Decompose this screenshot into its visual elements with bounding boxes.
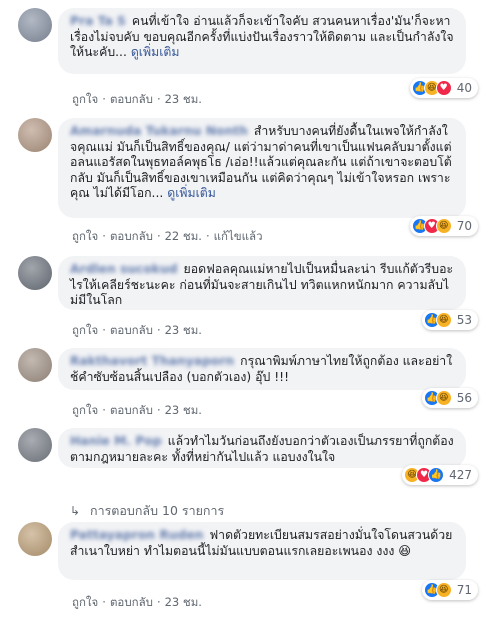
reaction-summary[interactable]: 👍 😆 56	[421, 388, 478, 408]
reaction-summary[interactable]: 👍 😆 71	[421, 580, 478, 600]
commenter-name[interactable]: Pattayapron Ruden	[70, 528, 203, 544]
like-link[interactable]: ถูกใจ	[72, 92, 98, 106]
reply-link[interactable]: ตอบกลับ	[110, 403, 153, 417]
love-icon: ♥	[435, 80, 452, 96]
timestamp[interactable]: 23 ชม.	[165, 92, 202, 106]
avatar[interactable]	[18, 428, 52, 462]
see-more-link[interactable]: ดูเพิ่มเติม	[131, 45, 180, 59]
timestamp[interactable]: 23 ชม.	[165, 595, 202, 609]
like-link[interactable]: ถูกใจ	[72, 323, 98, 337]
comment-actions: ถูกใจ · ตอบกลับ · 23 ชม.	[72, 323, 202, 337]
comment-actions: ถูกใจ · ตอบกลับ · 23 ชม.	[72, 595, 202, 609]
comment-bubble: Hanie M. Pop แล้วทำไมวันก่อนถึงยังบอกว่าต…	[58, 428, 466, 468]
commenter-name[interactable]: Amarnuda Tukarnu Nonth	[70, 124, 248, 140]
comment-bubble: Amarnuda Tukarnu Nonth สำหรับบางคนที่ยังด…	[58, 118, 466, 218]
commenter-name[interactable]: Hanie M. Pop	[70, 434, 162, 450]
comment-bubble: Pattayapron Ruden ฟาดตัวยทะเบียนสมรสอย่าง…	[58, 522, 466, 580]
reply-link[interactable]: ตอบกลับ	[110, 323, 153, 337]
comment-text: คนที่เข้าใจ อ่านแล้วก็จะเข้าใจคับ สวนคนห…	[70, 14, 454, 60]
avatar[interactable]	[18, 118, 52, 152]
reaction-summary[interactable]: 👍 😆 ♥ 40	[409, 78, 478, 98]
reaction-count: 71	[456, 583, 472, 597]
haha-icon: 😆	[435, 218, 452, 234]
reaction-summary[interactable]: 😆 ♥ 👍 427	[402, 465, 478, 485]
like-link[interactable]: ถูกใจ	[72, 229, 98, 243]
like-link[interactable]: ถูกใจ	[72, 595, 98, 609]
haha-icon: 😆	[435, 390, 452, 406]
comment-actions: ถูกใจ · ตอบกลับ · 23 ชม.	[72, 92, 202, 106]
reaction-count: 427	[449, 468, 472, 482]
timestamp[interactable]: 23 ชม.	[165, 403, 202, 417]
like-icon: 👍	[428, 467, 445, 483]
comment-actions: ถูกใจ · ตอบกลับ · 23 ชม.	[72, 403, 202, 417]
comment-actions: ถูกใจ · ตอบกลับ · 22 ชม. · แก้ไขแล้ว	[72, 229, 263, 243]
comment-bubble: Pra Ta S คนที่เข้าใจ อ่านแล้วก็จะเข้าใจคั…	[58, 8, 466, 74]
commenter-name[interactable]: Ardlen sucokud	[70, 262, 178, 278]
commenter-name[interactable]: Pra Ta S	[70, 14, 126, 30]
like-link[interactable]: ถูกใจ	[72, 403, 98, 417]
view-replies-link[interactable]: ↳ การตอบกลับ 10 รายการ	[70, 501, 224, 521]
avatar[interactable]	[18, 8, 52, 42]
reply-link[interactable]: ตอบกลับ	[110, 229, 153, 243]
edited-label[interactable]: แก้ไขแล้ว	[214, 229, 263, 243]
reaction-count: 53	[456, 313, 472, 327]
reaction-summary[interactable]: 👍 😆 53	[421, 310, 478, 330]
comment-bubble: Rakthavort Thanyaporn กรุณาพิมพ์ภาษาไทยให…	[58, 348, 466, 390]
avatar[interactable]	[18, 522, 52, 556]
see-more-link[interactable]: ดูเพิ่มเติม	[167, 186, 216, 200]
reply-link[interactable]: ตอบกลับ	[110, 595, 153, 609]
haha-icon: 😆	[435, 582, 452, 598]
avatar[interactable]	[18, 256, 52, 290]
avatar[interactable]	[18, 348, 52, 382]
haha-icon: 😆	[435, 312, 452, 328]
reply-link[interactable]: ตอบกลับ	[110, 92, 153, 106]
timestamp[interactable]: 23 ชม.	[165, 323, 202, 337]
comment-bubble: Ardlen sucokud ยอดฟอลคุณแม่หายไปเป็นหมื่น…	[58, 256, 466, 310]
commenter-name[interactable]: Rakthavort Thanyaporn	[70, 354, 234, 370]
timestamp[interactable]: 22 ชม.	[165, 229, 202, 243]
replies-label[interactable]: การตอบกลับ 10 รายการ	[90, 501, 224, 521]
reaction-summary[interactable]: 👍 ♥ 😆 70	[409, 216, 478, 236]
reaction-count: 40	[456, 81, 472, 95]
reaction-count: 56	[456, 391, 472, 405]
reply-arrow-icon: ↳	[70, 504, 81, 518]
reaction-count: 70	[456, 219, 472, 233]
